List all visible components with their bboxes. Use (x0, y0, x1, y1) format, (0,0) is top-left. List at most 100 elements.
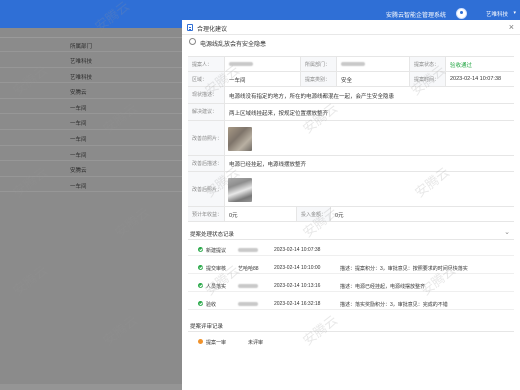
dept-cell: 艺唯科技 (70, 74, 93, 81)
before-photo-row: 改善前照片： (188, 121, 514, 156)
before-photo[interactable] (228, 127, 252, 151)
dept-cell: 艺唯科技 (70, 59, 93, 65)
drawer-header: 合理化建议 × (182, 20, 520, 35)
after-photo-row: 改善后照片： (188, 172, 514, 207)
record-step: 提交审核 (206, 266, 227, 272)
list-toolbar (0, 28, 182, 38)
table-row[interactable]: 艺唯科技 (0, 68, 182, 84)
record-message: 描述：提案积分：3，审批意见：按照要求的时间尽快落实 (340, 266, 468, 272)
user-icon (189, 38, 196, 45)
record-message: 描述：电源已经挂起，电源线摆放整齐 (340, 284, 426, 290)
after-desc-label: 改善后描述： (188, 156, 225, 171)
drawer-title: 合理化建议 (197, 27, 228, 33)
evaluation-section-header: 提案评审记录 (188, 318, 514, 332)
dept-cell: 一车间 (70, 183, 87, 190)
dept-cell: 一车间 (70, 105, 87, 112)
dept-cell: 一车间 (70, 152, 87, 159)
current-value: 电源线没有指定的地方，所在的电源线都混在一起，会产生安全隐患 (229, 94, 395, 100)
chevron-down-icon[interactable]: ▾ (513, 10, 516, 16)
user-avatar[interactable] (456, 8, 467, 19)
time-label: 提案时间： (410, 72, 446, 86)
status-value: 验收通过 (450, 63, 473, 69)
after-photo-label: 改善后照片： (188, 172, 225, 206)
record-item: 验收 2023-02-14 16:32:18 描述：落实奖励积分：3，审批意见：… (188, 297, 514, 310)
dept-cell: 一车间 (70, 136, 87, 143)
suggestion-row: 解决建议： 两上区域线挂起来，按规定位置摆放整齐 (188, 104, 514, 121)
redacted-value (238, 247, 258, 252)
table-row[interactable]: 艺唯科技 (0, 52, 182, 68)
category-label: 提案类别： (301, 72, 337, 86)
time-value: 2023-02-14 10:07:38 (450, 76, 502, 82)
suggestion-detail-drawer: 合理化建议 × 电源线乱放会有安全隐患 提案人： 所属部门： 提案状态： 验收通… (182, 20, 520, 390)
table-row[interactable]: 一车间 (0, 114, 182, 130)
invest-value: 0元 (335, 213, 344, 219)
record-item: 人员落实 2023-02-14 10:13:16 描述：电源已经挂起，电源线摆放… (188, 279, 514, 292)
record-user: 艺哈哈88 (238, 266, 259, 272)
benefit-row: 预计年收益： 0元 投入金额： 0元 (188, 207, 514, 222)
invest-label: 投入金额： (297, 207, 331, 221)
close-icon[interactable]: × (509, 22, 514, 32)
proposer-label: 提案人： (188, 57, 225, 71)
area-value: 一车间 (225, 72, 301, 86)
system-title: 安腾云智能企管理系统 (385, 13, 446, 19)
dept-column-header: 所属部门 (70, 44, 93, 50)
dept-cell: 一车间 (70, 121, 87, 128)
check-circle-icon (198, 265, 203, 270)
category-value: 安全 (337, 72, 410, 86)
record-step: 新建提议 (206, 248, 227, 254)
redacted-value (238, 301, 258, 306)
table-row[interactable]: 一车间 (0, 99, 182, 115)
subject-text: 电源线乱放会有安全隐患 (200, 42, 267, 48)
table-row[interactable]: 一车间 (0, 177, 182, 193)
current-situation-row: 现状描述： 电源线没有指定的地方，所在的电源线都混在一起，会产生安全隐患 (188, 87, 514, 104)
record-step: 人员落实 (206, 284, 227, 290)
redacted-value (229, 61, 253, 66)
expected-value: 0元 (225, 207, 297, 221)
table-row[interactable]: 一车间 (0, 146, 182, 162)
suggestion-list: 所属部门 艺唯科技 艺唯科技 安腾云 一车间 一车间 一车间 一车间 安腾云 一… (0, 28, 182, 390)
check-circle-icon (198, 247, 203, 252)
suggestion-subject: 电源线乱放会有安全隐患 (182, 35, 520, 49)
expected-label: 预计年收益： (188, 207, 225, 221)
record-item: 新建提议 2023-02-14 10:07:38 (188, 243, 514, 256)
record-message: 描述：落实奖励积分：3，审批意见：完成的不错 (340, 302, 448, 308)
redacted-value (341, 61, 365, 66)
table-header: 所属部门 (0, 38, 182, 52)
check-circle-icon (198, 283, 203, 288)
table-row[interactable]: 安腾云 (0, 83, 182, 99)
redacted-value (238, 283, 258, 288)
dept-cell: 安腾云 (70, 90, 87, 97)
evaluation-title: 提案评审记录 (190, 324, 224, 330)
current-label: 现状描述： (188, 87, 225, 103)
record-user (238, 247, 258, 253)
table-row[interactable]: 一车间 (0, 130, 182, 146)
document-icon (187, 24, 193, 31)
company-name[interactable]: 艺唯科技 (486, 10, 508, 18)
area-label: 区域： (188, 72, 225, 86)
status-label: 提案状态： (410, 57, 446, 71)
before-photo-label: 改善前照片： (188, 121, 225, 155)
record-time: 2023-02-14 10:07:38 (274, 247, 321, 253)
suggest-label: 解决建议： (188, 104, 225, 120)
evaluation-item: 提案一审 未评审 (188, 335, 514, 348)
evaluation-status: 未评审 (248, 340, 264, 346)
records-title: 提案处理状态记录 (190, 232, 235, 238)
record-time: 2023-02-14 16:32:18 (274, 301, 321, 307)
after-photo[interactable] (228, 178, 252, 202)
check-circle-icon (198, 301, 203, 306)
evaluation-step: 提案一审 (206, 340, 227, 346)
record-item: 提交审核 艺哈哈88 2023-02-14 10:10:00 描述：提案积分：3… (188, 261, 514, 274)
dept-label: 所属部门： (301, 57, 337, 71)
proposer-value (225, 57, 301, 71)
record-time: 2023-02-14 10:13:16 (274, 283, 321, 289)
pending-icon (198, 339, 203, 344)
chevron-down-icon[interactable]: ⌄ (504, 228, 510, 236)
info-grid: 提案人： 所属部门： 提案状态： 验收通过 区域： 一车间 提案类别： 安全 提… (188, 56, 514, 87)
table-row[interactable]: 安腾云 (0, 161, 182, 177)
list-footer (0, 384, 182, 390)
records-section-header[interactable]: 提案处理状态记录 ⌄ (188, 226, 514, 240)
record-time: 2023-02-14 10:10:00 (274, 265, 321, 271)
record-user (238, 283, 258, 289)
after-desc-value: 电源已经挂起，电源线摆放整齐 (229, 162, 307, 168)
record-user (238, 301, 258, 307)
